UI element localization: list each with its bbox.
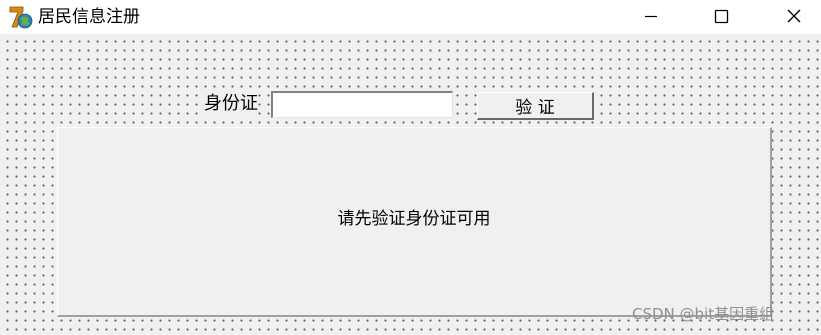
title-bar[interactable]: 居民信息注册 [0, 0, 821, 34]
status-panel: 请先验证身份证可用 [57, 127, 772, 317]
maximize-button[interactable] [699, 0, 745, 32]
form-design-surface: 身份证 验 证 请先验证身份证可用 CSDN @bit基因重组 [0, 34, 821, 335]
minimize-button[interactable] [628, 0, 674, 32]
id-card-label: 身份证 [204, 92, 258, 116]
status-message: 请先验证身份证可用 [337, 209, 491, 229]
verify-button[interactable]: 验 证 [477, 92, 594, 120]
window-title: 居民信息注册 [38, 7, 140, 27]
app-window: 居民信息注册 身份证 验 证 请先验证身份证可用 CSDN @bit基因重组 [0, 0, 821, 335]
watermark-text: CSDN @bit基因重组 [632, 305, 775, 323]
close-button[interactable] [771, 0, 817, 32]
id-card-input[interactable] [271, 91, 453, 118]
app-logo-icon [8, 4, 34, 30]
